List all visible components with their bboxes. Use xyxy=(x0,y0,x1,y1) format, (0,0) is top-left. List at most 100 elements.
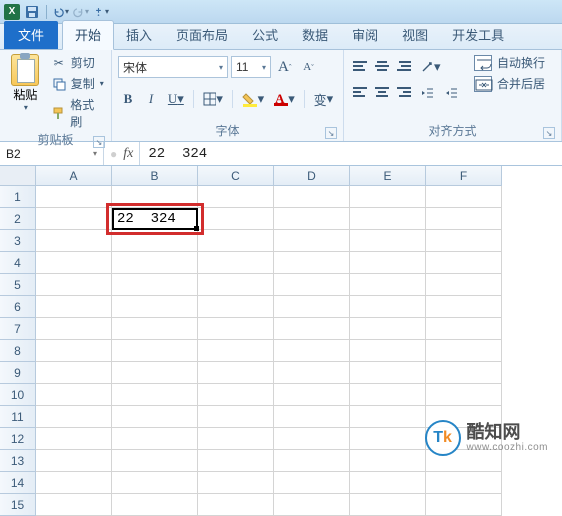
column-header[interactable]: A xyxy=(36,166,112,186)
tab-data[interactable]: 数据 xyxy=(290,21,340,49)
underline-button[interactable]: U▾ xyxy=(164,88,188,110)
column-header[interactable]: D xyxy=(274,166,350,186)
cell[interactable] xyxy=(426,472,502,494)
cell[interactable] xyxy=(274,362,350,384)
cell[interactable] xyxy=(274,318,350,340)
cell[interactable] xyxy=(36,340,112,362)
cell[interactable] xyxy=(350,296,426,318)
increase-indent-button[interactable] xyxy=(440,82,462,104)
cell[interactable] xyxy=(350,186,426,208)
cell[interactable] xyxy=(36,384,112,406)
copy-button[interactable]: 复制 ▾ xyxy=(51,75,105,92)
cell[interactable] xyxy=(426,252,502,274)
cell[interactable] xyxy=(112,406,198,428)
cell[interactable] xyxy=(112,384,198,406)
cut-button[interactable]: ✂ 剪切 xyxy=(51,54,105,71)
cell[interactable] xyxy=(274,186,350,208)
cell[interactable] xyxy=(112,296,198,318)
align-bottom-button[interactable] xyxy=(394,56,414,76)
column-header[interactable]: E xyxy=(350,166,426,186)
alignment-launcher-icon[interactable]: ↘ xyxy=(543,127,555,139)
fx-button[interactable]: fx xyxy=(123,146,133,162)
cell[interactable] xyxy=(112,340,198,362)
cell[interactable] xyxy=(426,186,502,208)
cell[interactable] xyxy=(426,208,502,230)
cell[interactable] xyxy=(112,318,198,340)
cell[interactable] xyxy=(350,274,426,296)
font-name-select[interactable]: 宋体 ▾ xyxy=(118,56,228,78)
cell[interactable] xyxy=(274,340,350,362)
orientation-button[interactable]: ▾ xyxy=(416,56,445,78)
cell[interactable] xyxy=(198,186,274,208)
tab-insert[interactable]: 插入 xyxy=(114,21,164,49)
cell[interactable] xyxy=(426,230,502,252)
row-header[interactable]: 5 xyxy=(0,274,36,296)
redo-dropdown-icon[interactable]: ▾ xyxy=(85,7,89,16)
cell[interactable] xyxy=(350,406,426,428)
row-header[interactable]: 2 xyxy=(0,208,36,230)
row-header[interactable]: 12 xyxy=(0,428,36,450)
tab-view[interactable]: 视图 xyxy=(390,21,440,49)
phonetic-button[interactable]: 变▾ xyxy=(310,88,337,110)
align-middle-button[interactable] xyxy=(372,56,392,76)
cell[interactable] xyxy=(350,340,426,362)
cell[interactable] xyxy=(36,252,112,274)
clipboard-launcher-icon[interactable]: ↘ xyxy=(93,136,105,148)
tab-file[interactable]: 文件 xyxy=(4,21,58,49)
cell[interactable] xyxy=(350,450,426,472)
cell[interactable] xyxy=(198,208,274,230)
select-all-corner[interactable] xyxy=(0,166,36,186)
cell[interactable] xyxy=(274,384,350,406)
cell[interactable] xyxy=(36,450,112,472)
border-button[interactable]: ▾ xyxy=(199,88,227,110)
font-color-button[interactable]: A ▾ xyxy=(271,88,299,110)
align-right-button[interactable] xyxy=(394,82,414,102)
row-header[interactable]: 6 xyxy=(0,296,36,318)
cell[interactable] xyxy=(112,252,198,274)
cell[interactable] xyxy=(426,274,502,296)
cell[interactable] xyxy=(198,406,274,428)
cell[interactable] xyxy=(350,318,426,340)
cell[interactable] xyxy=(274,252,350,274)
tab-home[interactable]: 开始 xyxy=(62,20,114,50)
qat-customize-icon[interactable]: ▾ xyxy=(93,4,109,20)
cell[interactable] xyxy=(350,384,426,406)
cell[interactable] xyxy=(36,318,112,340)
align-center-button[interactable] xyxy=(372,82,392,102)
cell[interactable] xyxy=(198,494,274,516)
align-left-button[interactable] xyxy=(350,82,370,102)
fill-color-button[interactable]: ▾ xyxy=(238,88,268,110)
cell[interactable] xyxy=(350,472,426,494)
cell[interactable] xyxy=(198,230,274,252)
cell[interactable] xyxy=(36,472,112,494)
cell[interactable] xyxy=(274,428,350,450)
cell[interactable] xyxy=(426,296,502,318)
formula-input[interactable] xyxy=(140,142,562,165)
bold-button[interactable]: B xyxy=(118,88,138,110)
row-header[interactable]: 7 xyxy=(0,318,36,340)
row-header[interactable]: 3 xyxy=(0,230,36,252)
cell[interactable] xyxy=(350,230,426,252)
cell[interactable] xyxy=(274,296,350,318)
cell[interactable]: 22 324 xyxy=(112,208,198,230)
cell[interactable] xyxy=(112,274,198,296)
cell[interactable] xyxy=(112,186,198,208)
cell[interactable] xyxy=(426,340,502,362)
cell[interactable] xyxy=(198,450,274,472)
cell[interactable] xyxy=(36,274,112,296)
save-icon[interactable] xyxy=(24,4,40,20)
cell[interactable] xyxy=(36,362,112,384)
cell[interactable] xyxy=(36,428,112,450)
decrease-indent-button[interactable] xyxy=(416,82,438,104)
paste-dropdown-icon[interactable]: ▾ xyxy=(24,103,28,112)
redo-icon[interactable]: ▾ xyxy=(73,4,89,20)
italic-button[interactable]: I xyxy=(141,88,161,110)
cell[interactable] xyxy=(36,186,112,208)
tab-developer[interactable]: 开发工具 xyxy=(440,21,516,49)
cell[interactable] xyxy=(112,450,198,472)
cell[interactable] xyxy=(36,494,112,516)
row-header[interactable]: 9 xyxy=(0,362,36,384)
cell[interactable] xyxy=(198,362,274,384)
cell[interactable] xyxy=(350,428,426,450)
cell[interactable] xyxy=(274,406,350,428)
